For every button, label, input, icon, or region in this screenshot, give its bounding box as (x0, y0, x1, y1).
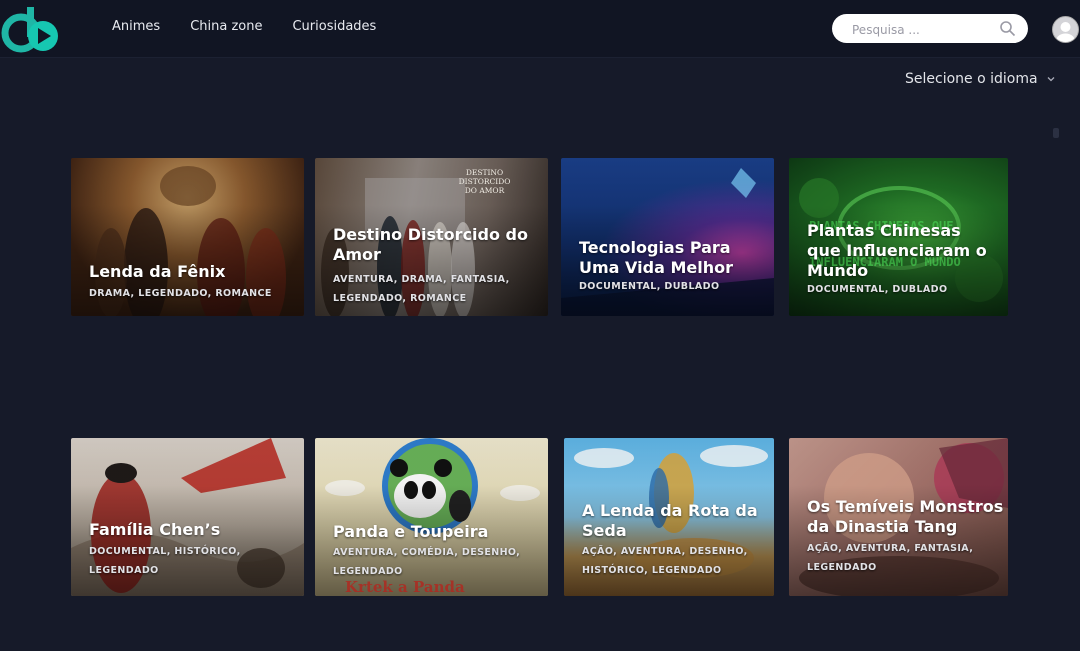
card-genres: AÇÃO, AVENTURA, DESENHO, HISTÓRICO, LEGE… (582, 546, 748, 576)
card-genres: AVENTURA, COMÉDIA, DESENHO, LEGENDADO (333, 547, 521, 577)
title-card-panda-e-toupeira[interactable]: Krtek a Panda Panda e Toupeira AVENTURA,… (315, 438, 548, 596)
user-avatar[interactable] (1052, 16, 1079, 43)
card-genres: DOCUMENTAL, HISTÓRICO, LEGENDADO (89, 546, 241, 576)
card-title: A Lenda da Rota da Seda (582, 501, 758, 540)
chevron-down-icon (1047, 77, 1055, 82)
scroll-indicator (1053, 128, 1059, 138)
user-icon (1056, 22, 1075, 42)
language-selector[interactable]: Selecione o idioma (905, 71, 1056, 87)
card-genres: DOCUMENTAL, DUBLADO (579, 281, 720, 292)
site-logo-icon[interactable] (0, 0, 62, 57)
card-title: Lenda da Fênix (89, 262, 226, 281)
card-title: Destino Distorcido do Amor (333, 225, 528, 264)
nav-china-zone[interactable]: China zone (190, 19, 262, 34)
title-card-os-temiveis-monstros[interactable]: Os Temíveis Monstros da Dinastia Tang AÇ… (789, 438, 1008, 596)
card-genres: AVENTURA, DRAMA, FANTASIA, LEGENDADO, RO… (333, 274, 510, 304)
poster-title-text: DESTINO DISTORCIDO DO AMOR (458, 168, 511, 195)
nav-animes[interactable]: Animes (112, 19, 160, 34)
title-card-lenda-da-fenix[interactable]: Lenda da Fênix DRAMA, LEGENDADO, ROMANCE (71, 158, 304, 316)
main-nav: Animes China zone Curiosidades (112, 19, 406, 34)
search-box (832, 14, 1028, 43)
title-card-tecnologias-para-uma-vida-melhor[interactable]: Tecnologias Para Uma Vida Melhor DOCUMEN… (561, 158, 774, 316)
card-title: Família Chen’s (89, 520, 221, 539)
card-title: Tecnologias Para Uma Vida Melhor (579, 238, 733, 277)
title-card-familia-chens[interactable]: Família Chen’s DOCUMENTAL, HISTÓRICO, LE… (71, 438, 304, 596)
title-card-plantas-chinesas[interactable]: PLANTAS CHINESAS QUE INFLUENCIARAM O MUN… (789, 158, 1008, 316)
title-card-a-lenda-da-rota-da-seda[interactable]: A Lenda da Rota da Seda AÇÃO, AVENTURA, … (564, 438, 774, 596)
card-genres: DOCUMENTAL, DUBLADO (807, 284, 948, 295)
card-genres: AÇÃO, AVENTURA, FANTASIA, LEGENDADO (807, 543, 974, 573)
card-title: Plantas Chinesas que Influenciaram o Mun… (807, 221, 987, 280)
search-input[interactable] (850, 20, 994, 39)
card-title: Os Temíveis Monstros da Dinastia Tang (807, 497, 1004, 536)
search-icon[interactable] (999, 20, 1016, 37)
language-selector-label: Selecione o idioma (905, 71, 1038, 87)
card-title: Panda e Toupeira (333, 522, 489, 541)
top-navigation-bar: Animes China zone Curiosidades (0, 0, 1080, 58)
nav-curiosidades[interactable]: Curiosidades (292, 19, 376, 34)
card-genres: DRAMA, LEGENDADO, ROMANCE (89, 288, 272, 299)
title-card-destino-distorcido-do-amor[interactable]: DESTINO DISTORCIDO DO AMOR Destino Disto… (315, 158, 548, 316)
